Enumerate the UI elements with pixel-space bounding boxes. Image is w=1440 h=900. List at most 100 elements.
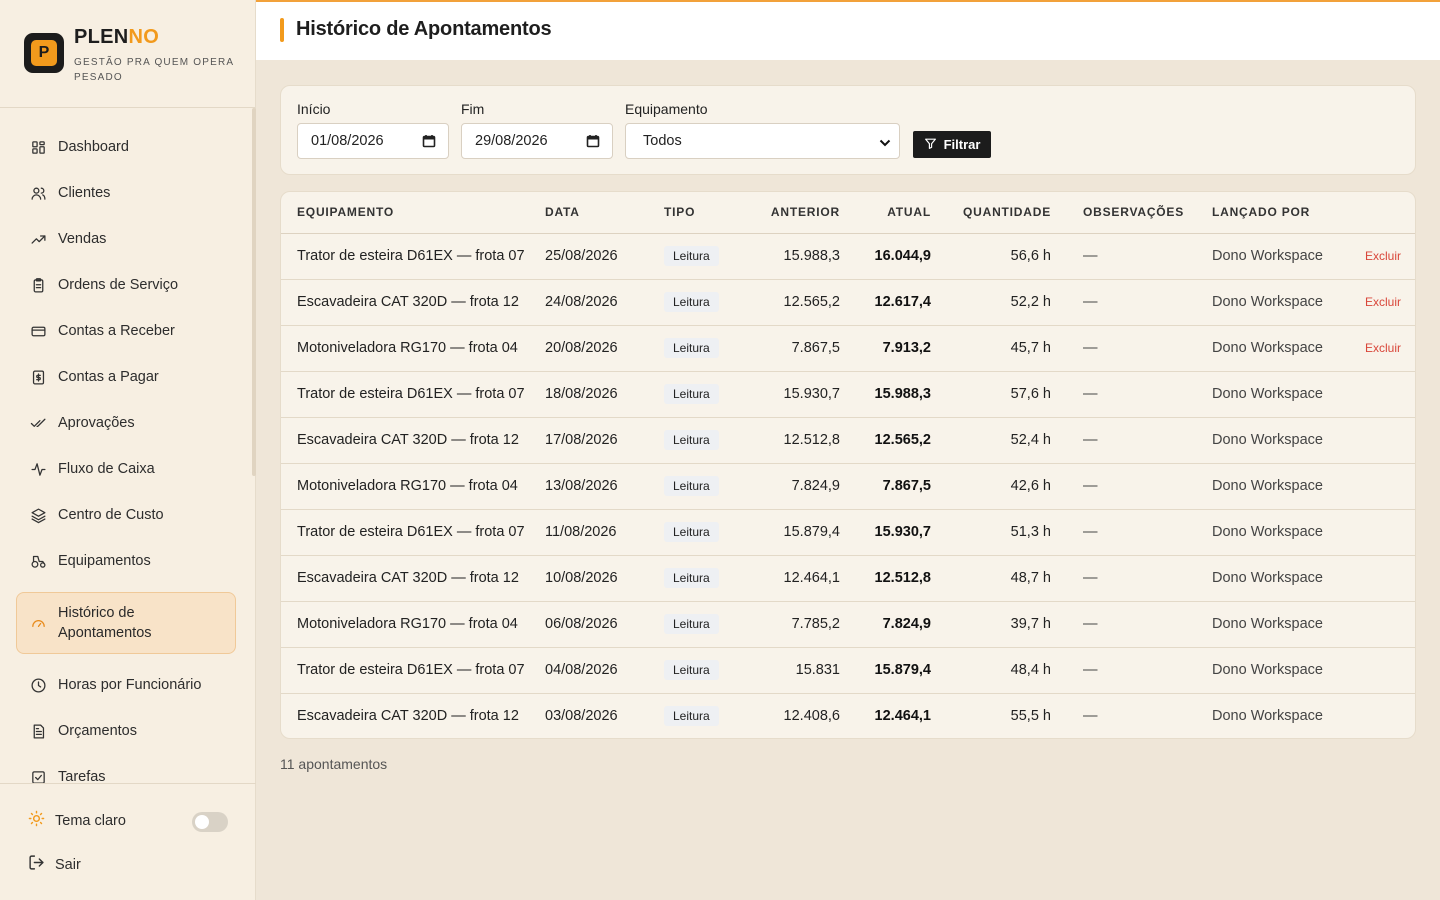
- equipment-select[interactable]: Todos: [625, 123, 900, 159]
- sidebar-item-orcamentos[interactable]: Orçamentos: [16, 708, 236, 754]
- cell-data: 10/08/2026: [545, 555, 658, 602]
- cell-atual: 15.930,7: [840, 509, 931, 556]
- cell-data: 13/08/2026: [545, 463, 658, 510]
- cell-lancado-por: Dono Workspace: [1182, 509, 1323, 556]
- logo[interactable]: P: [24, 33, 64, 73]
- table-row[interactable]: Escavadeira CAT 320D — frota 12 24/08/202…: [281, 279, 1415, 326]
- cell-atual: 7.824,9: [840, 601, 931, 648]
- cell-anterior: 7.824,9: [749, 463, 840, 510]
- cell-actions: [1322, 509, 1415, 556]
- table-row[interactable]: Motoniveladora RG170 — frota 04 20/08/202…: [281, 325, 1415, 372]
- cell-observacoes: —: [1051, 647, 1182, 694]
- table-row[interactable]: Motoniveladora RG170 — frota 04 06/08/202…: [281, 601, 1415, 648]
- type-badge: Leitura: [664, 430, 719, 450]
- col-header-actions: [1322, 192, 1415, 234]
- delete-button[interactable]: Excluir: [1365, 249, 1401, 263]
- cell-lancado-por: Dono Workspace: [1182, 555, 1323, 602]
- cell-anterior: 15.988,3: [749, 233, 840, 280]
- cell-anterior: 7.785,2: [749, 601, 840, 648]
- page-header: Histórico de Apontamentos: [256, 0, 1440, 60]
- credit-card-icon: [29, 322, 47, 340]
- theme-toggle[interactable]: [192, 812, 228, 832]
- sidebar-item-label: Contas a Pagar: [58, 369, 159, 385]
- cell-atual: 12.617,4: [840, 279, 931, 326]
- sidebar-item-centro-de-custo[interactable]: Centro de Custo: [16, 492, 236, 538]
- cell-lancado-por: Dono Workspace: [1212, 708, 1323, 725]
- cell-equipamento: Motoniveladora RG170 — frota 04: [281, 325, 545, 372]
- start-date-input[interactable]: 01/08/2026: [297, 123, 449, 159]
- sidebar-item-contas-a-receber[interactable]: Contas a Receber: [16, 308, 236, 354]
- brand-name: PLENNO: [74, 26, 159, 49]
- delete-button[interactable]: Excluir: [1365, 295, 1401, 309]
- table-row[interactable]: Escavadeira CAT 320D — frota 12 03/08/202…: [281, 693, 1415, 738]
- cell-anterior: 12.565,2: [749, 279, 840, 326]
- sidebar-item-aprovacoes[interactable]: Aprovações: [16, 400, 236, 446]
- sidebar-item-fluxo-de-caixa[interactable]: Fluxo de Caixa: [16, 446, 236, 492]
- table-row[interactable]: Trator de esteira D61EX — frota 07 18/08/…: [281, 371, 1415, 418]
- cell-quantidade: 52,2 h: [931, 279, 1051, 326]
- logout-label: Sair: [55, 857, 81, 873]
- cell-atual: 15.879,4: [840, 647, 931, 694]
- cell-equipamento: Escavadeira CAT 320D — frota 12: [297, 708, 519, 725]
- cell-atual: 7.913,2: [840, 325, 931, 372]
- tractor-icon: [29, 552, 47, 570]
- table-row[interactable]: Trator de esteira D61EX — frota 07 11/08/…: [281, 509, 1415, 556]
- sidebar-footer: Tema claro Sair: [0, 783, 256, 900]
- col-header-tipo[interactable]: TIPO: [658, 192, 749, 234]
- start-date-label: Início: [297, 101, 331, 117]
- cell-actions: [1322, 693, 1415, 738]
- cell-equipamento: Trator de esteira D61EX — frota 07: [281, 233, 545, 280]
- type-badge: Leitura: [664, 522, 719, 542]
- sidebar-item-contas-a-pagar[interactable]: Contas a Pagar: [16, 354, 236, 400]
- sidebar-item-equipamentos[interactable]: Equipamentos: [16, 538, 236, 584]
- table-row[interactable]: Trator de esteira D61EX — frota 07 04/08/…: [281, 647, 1415, 694]
- sidebar-item-clientes[interactable]: Clientes: [16, 170, 236, 216]
- readings-table: EQUIPAMENTO DATA TIPO ANTERIOR ATUAL QUA…: [281, 192, 1415, 738]
- sidebar-item-historico-de-apontamentos[interactable]: Histórico de Apontamentos: [16, 592, 236, 654]
- sidebar-item-label: Histórico de Apontamentos: [58, 605, 152, 641]
- cell-observacoes: —: [1051, 279, 1182, 326]
- sidebar-item-label: Orçamentos: [58, 723, 137, 739]
- cell-observacoes: —: [1051, 555, 1182, 602]
- sidebar-item-vendas[interactable]: Vendas: [16, 216, 236, 262]
- cell-lancado-por: Dono Workspace: [1182, 417, 1323, 464]
- table-row[interactable]: Motoniveladora RG170 — frota 04 13/08/202…: [281, 463, 1415, 510]
- sidebar-item-label: Centro de Custo: [58, 507, 164, 523]
- table-header-row: EQUIPAMENTO DATA TIPO ANTERIOR ATUAL QUA…: [281, 192, 1415, 234]
- col-header-atual[interactable]: ATUAL: [840, 192, 931, 234]
- sidebar-scrollbar[interactable]: [252, 108, 256, 476]
- col-header-anterior[interactable]: ANTERIOR: [749, 192, 840, 234]
- filter-button[interactable]: Filtrar: [913, 131, 991, 158]
- table-row[interactable]: Escavadeira CAT 320D — frota 12 10/08/202…: [281, 555, 1415, 602]
- table-row[interactable]: Escavadeira CAT 320D — frota 12 17/08/202…: [281, 417, 1415, 464]
- cell-quantidade: 55,5 h: [1010, 708, 1051, 725]
- delete-button[interactable]: Excluir: [1365, 341, 1401, 355]
- col-header-observacoes[interactable]: OBSERVAÇÕES: [1051, 192, 1183, 234]
- col-header-equipamento[interactable]: EQUIPAMENTO: [281, 192, 545, 234]
- col-header-data[interactable]: DATA: [545, 192, 658, 234]
- equipment-select-value: Todos: [643, 133, 682, 149]
- cell-data: 24/08/2026: [545, 279, 658, 326]
- sidebar-item-label: Clientes: [58, 185, 111, 201]
- col-header-lancado-por[interactable]: LANÇADO POR: [1182, 192, 1322, 234]
- sidebar-item-label: Vendas: [58, 231, 107, 247]
- sidebar-item-dashboard[interactable]: Dashboard: [16, 124, 236, 170]
- type-badge: Leitura: [664, 384, 719, 404]
- clock-icon: [29, 676, 47, 694]
- sidebar-item-label: Fluxo de Caixa: [58, 461, 155, 477]
- cell-actions: Excluir: [1322, 325, 1415, 372]
- cell-tipo: Leitura: [658, 463, 749, 510]
- cell-tipo: Leitura: [658, 509, 749, 556]
- sidebar-item-horas-por-funcionario[interactable]: Horas por Funcionário: [16, 662, 236, 708]
- col-header-quantidade[interactable]: QUANTIDADE: [931, 192, 1051, 234]
- sidebar-item-ordens-de-servico[interactable]: Ordens de Serviço: [16, 262, 236, 308]
- cell-data: 04/08/2026: [545, 647, 658, 694]
- end-date-input[interactable]: 29/08/2026: [461, 123, 613, 159]
- calendar-icon[interactable]: [422, 134, 436, 152]
- logout-icon: [28, 854, 45, 876]
- logout-button[interactable]: Sair: [28, 854, 81, 876]
- theme-toggle-row[interactable]: Tema claro: [28, 810, 228, 832]
- calendar-icon[interactable]: [586, 134, 600, 152]
- type-badge: Leitura: [664, 338, 719, 358]
- table-row[interactable]: Trator de esteira D61EX — frota 07 25/08/…: [281, 233, 1415, 280]
